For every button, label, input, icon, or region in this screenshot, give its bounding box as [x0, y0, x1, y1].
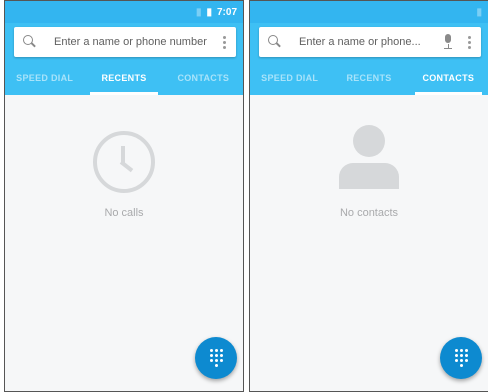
- tab-bar: SPEED DIAL RECENTS CONTACTS: [5, 61, 243, 95]
- mic-icon[interactable]: [443, 34, 453, 50]
- search-input[interactable]: Enter a name or phone number: [54, 36, 208, 48]
- dialpad-icon: [209, 349, 223, 367]
- search-box[interactable]: Enter a name or phone...: [259, 27, 481, 57]
- tab-bar: SPEED DIAL RECENTS CONTACTS: [250, 61, 488, 95]
- tab-contacts[interactable]: CONTACTS: [409, 61, 488, 95]
- dialpad-button[interactable]: [195, 337, 237, 379]
- dialpad-button[interactable]: [440, 337, 482, 379]
- clock-icon: [93, 131, 155, 193]
- more-vert-icon[interactable]: [465, 35, 473, 49]
- search-input[interactable]: Enter a name or phone...: [299, 36, 435, 48]
- battery-icon: ▮: [206, 6, 212, 18]
- empty-message: No contacts: [339, 207, 399, 219]
- search-box[interactable]: Enter a name or phone number: [14, 27, 236, 57]
- tab-speed-dial[interactable]: SPEED DIAL: [5, 61, 84, 95]
- dialpad-icon: [454, 349, 468, 367]
- tab-speed-dial[interactable]: SPEED DIAL: [250, 61, 329, 95]
- status-bar: ▮: [250, 1, 488, 23]
- phone-screen-contacts: ▮ Enter a name or phone... SPEED DIAL RE…: [249, 0, 488, 392]
- signal-icon: ▮: [476, 6, 482, 18]
- tab-recents[interactable]: RECENTS: [329, 61, 408, 95]
- empty-message: No calls: [104, 207, 144, 219]
- search-icon[interactable]: [22, 34, 38, 50]
- status-bar: ▮ ▮ 7:07: [5, 1, 243, 23]
- search-icon[interactable]: [267, 34, 283, 50]
- phone-screen-recents: ▮ ▮ 7:07 Enter a name or phone number SP…: [4, 0, 244, 392]
- signal-icon: ▮: [195, 6, 202, 18]
- person-icon: [337, 125, 401, 191]
- tab-recents[interactable]: RECENTS: [84, 61, 163, 95]
- more-vert-icon[interactable]: [220, 35, 228, 49]
- app-bar: Enter a name or phone... SPEED DIAL RECE…: [250, 23, 488, 95]
- tab-contacts[interactable]: CONTACTS: [164, 61, 243, 95]
- status-time: 7:07: [216, 6, 237, 18]
- app-bar: Enter a name or phone number SPEED DIAL …: [5, 23, 243, 95]
